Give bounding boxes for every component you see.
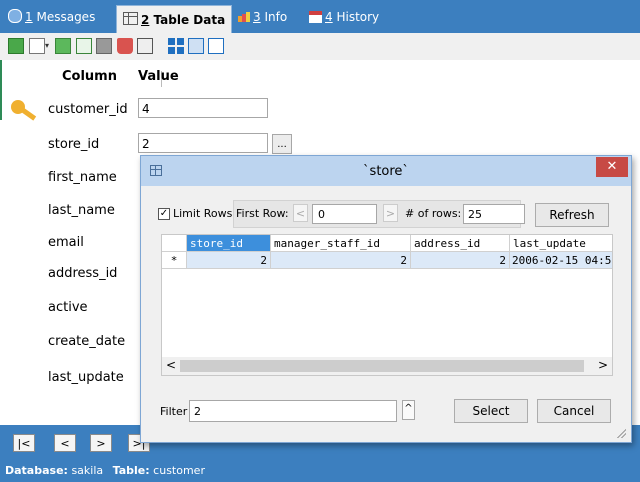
value-header: Value — [138, 69, 179, 84]
previous-record-button[interactable]: < — [54, 434, 76, 452]
dialog-title-bar[interactable]: `store` ✕ — [141, 156, 631, 186]
database-label: Database: — [5, 464, 68, 477]
lookup-grid[interactable]: store_id manager_staff_id address_id las… — [161, 234, 613, 376]
calendar-icon — [309, 11, 322, 23]
table-icon — [123, 12, 138, 25]
tab-label: Messages — [36, 10, 96, 24]
column-header[interactable]: store_id — [187, 235, 271, 252]
duplicate-row-icon[interactable] — [55, 38, 71, 54]
tab-label: History — [336, 10, 380, 24]
grid-corner — [162, 235, 187, 252]
key-icon-shaft — [21, 108, 37, 121]
field-label-first-name: first_name — [48, 170, 117, 185]
grid-view-icon[interactable] — [168, 38, 184, 54]
text-view-icon[interactable] — [208, 38, 224, 54]
limit-rows-label: Limit Rows — [173, 207, 233, 220]
toolbar: ▾ — [0, 33, 640, 87]
tab-number: 3 — [253, 10, 261, 24]
filter-label: Filter — [160, 405, 188, 418]
field-label-email: email — [48, 235, 84, 250]
field-label-address-id: address_id — [48, 266, 118, 281]
delete-icon[interactable] — [117, 38, 133, 54]
tab-table-data[interactable]: 2 Table Data — [116, 5, 233, 34]
chart-icon — [238, 12, 250, 22]
first-row-prev-button[interactable]: < — [293, 204, 308, 222]
table-cell[interactable]: 2 — [411, 252, 510, 269]
tab-bar: 1 Messages 2 Table Data 3 Info 4 History — [0, 0, 640, 34]
field-label-store-id: store_id — [48, 137, 100, 152]
tab-info[interactable]: 3 Info — [238, 6, 287, 28]
table-value: customer — [153, 464, 205, 477]
row-marker[interactable]: * — [162, 252, 187, 269]
scroll-left-arrow[interactable]: < — [166, 358, 176, 372]
tab-label: Info — [264, 10, 288, 24]
select-button[interactable]: Select — [454, 399, 528, 423]
tab-number: 1 — [25, 10, 33, 24]
tab-number: 2 — [141, 13, 150, 27]
filter-input[interactable]: 2 — [189, 400, 397, 422]
left-accent — [0, 60, 2, 120]
refresh-grid-icon[interactable] — [137, 38, 153, 54]
field-label-active: active — [48, 300, 88, 315]
table-cell[interactable]: 2 — [271, 252, 411, 269]
close-button[interactable]: ✕ — [596, 157, 628, 177]
first-row-input[interactable]: 0 — [312, 204, 377, 224]
first-row-next-button[interactable]: > — [383, 204, 398, 222]
scrollbar-thumb[interactable] — [180, 360, 584, 372]
insert-row-icon[interactable] — [8, 38, 24, 54]
tab-number: 4 — [325, 10, 333, 24]
rows-input[interactable]: 25 — [463, 204, 525, 224]
cancel-button[interactable]: Cancel — [537, 399, 611, 423]
field-label-last-update: last_update — [48, 370, 124, 385]
foreign-key-lookup-dialog: `store` ✕ ✓ Limit Rows First Row: < 0 > … — [140, 155, 632, 443]
tab-messages[interactable]: 1 Messages — [8, 6, 95, 28]
info-icon — [8, 9, 22, 23]
field-label-last-name: last_name — [48, 203, 115, 218]
limit-rows-checkbox[interactable]: ✓ — [158, 208, 170, 220]
store-id-input[interactable]: 2 — [138, 133, 268, 153]
dropdown-arrow-icon[interactable]: ▾ — [45, 38, 51, 54]
filter-spin-button[interactable]: ^ — [402, 400, 415, 420]
save-icon[interactable] — [96, 38, 112, 54]
grid-options-icon[interactable] — [29, 38, 45, 54]
resize-grip-icon[interactable] — [616, 428, 626, 438]
status-bar: Database: sakila Table: customer — [0, 459, 640, 482]
table-label: Table: — [112, 464, 150, 477]
form-view-icon[interactable] — [188, 38, 204, 54]
rows-label: # of rows: — [405, 207, 462, 220]
column-header[interactable]: address_id — [411, 235, 510, 252]
field-label-create-date: create_date — [48, 334, 126, 349]
dialog-title: `store` — [363, 164, 409, 179]
table-cell[interactable]: 2 — [187, 252, 271, 269]
tab-label: Table Data — [153, 13, 226, 27]
horizontal-scrollbar[interactable]: < > — [162, 357, 612, 375]
column-header: Column — [62, 69, 117, 84]
column-header[interactable]: last_update — [510, 235, 612, 252]
next-record-button[interactable]: > — [90, 434, 112, 452]
table-cell[interactable]: 2006-02-15 04:5 — [510, 252, 612, 269]
column-header[interactable]: manager_staff_id — [271, 235, 411, 252]
database-value: sakila — [71, 464, 104, 477]
first-row-label: First Row: — [236, 207, 289, 220]
first-record-button[interactable]: |< — [13, 434, 35, 452]
refresh-button[interactable]: Refresh — [535, 203, 609, 227]
customer-id-input[interactable]: 4 — [138, 98, 268, 118]
scroll-right-arrow[interactable]: > — [598, 358, 608, 372]
tab-history[interactable]: 4 History — [309, 6, 379, 28]
field-label-customer-id: customer_id — [48, 102, 128, 117]
lookup-button[interactable]: ... — [272, 134, 292, 154]
copy-row-icon[interactable] — [76, 38, 92, 54]
